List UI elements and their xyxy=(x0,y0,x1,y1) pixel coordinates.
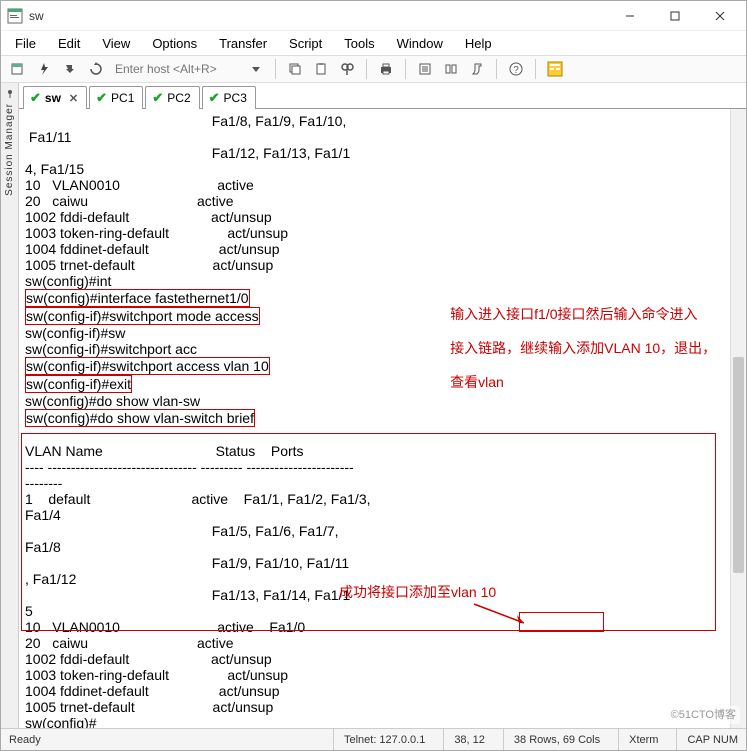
keymap-icon[interactable] xyxy=(466,58,488,80)
terminal-line: 1002 fddi-default act/unsup xyxy=(25,651,740,667)
close-button[interactable] xyxy=(697,1,742,31)
tab-pc2[interactable]: ✔ PC2 xyxy=(145,86,199,109)
find-icon[interactable] xyxy=(336,58,358,80)
tab-pc1[interactable]: ✔ PC1 xyxy=(89,86,143,109)
terminal-line: Fa1/11 xyxy=(25,129,740,145)
annotation-success: 成功将接口添加至vlan 10 xyxy=(339,584,496,601)
annotation-command-explain: 输入进入接口f1/0接口然后输入命令进入 接入链路，继续输入添加VLAN 10，… xyxy=(419,289,746,408)
menu-edit[interactable]: Edit xyxy=(56,34,82,53)
terminal-line: Fa1/12, Fa1/13, Fa1/1 xyxy=(25,145,740,161)
terminal-line: Fa1/8, Fa1/9, Fa1/10, xyxy=(25,113,740,129)
terminal-line: -------- xyxy=(25,475,740,491)
terminal-line: 20 caiwu active xyxy=(25,193,740,209)
svg-text:?: ? xyxy=(513,65,519,76)
check-icon: ✔ xyxy=(152,90,163,106)
window-title: sw xyxy=(29,9,607,23)
status-bar: Ready Telnet: 127.0.0.1 38, 12 38 Rows, … xyxy=(1,728,746,750)
new-session-icon[interactable] xyxy=(7,58,29,80)
terminal-line: Fa1/4 xyxy=(25,507,740,523)
separator xyxy=(275,59,276,79)
terminal-line: 1005 trnet-default act/unsup xyxy=(25,257,740,273)
menubar: File Edit View Options Transfer Script T… xyxy=(1,31,746,55)
terminal-pane[interactable]: Fa1/8, Fa1/9, Fa1/10, Fa1/11 Fa1/12, Fa1… xyxy=(19,109,746,728)
session-tabs: ✔ sw ✕ ✔ PC1 ✔ PC2 ✔ PC3 xyxy=(19,83,746,109)
status-term: Xterm xyxy=(618,729,658,750)
terminal-line: ---- -------------------------------- --… xyxy=(25,459,740,475)
terminal-line: 1002 fddi-default act/unsup xyxy=(25,209,740,225)
properties-icon[interactable] xyxy=(414,58,436,80)
menu-help[interactable]: Help xyxy=(463,34,494,53)
dropdown-icon[interactable] xyxy=(245,58,267,80)
terminal-line: sw(config)#do show vlan-switch brief xyxy=(25,409,740,427)
terminal-line: 1005 trnet-default act/unsup xyxy=(25,699,740,715)
tab-sw[interactable]: ✔ sw ✕ xyxy=(23,86,87,109)
separator xyxy=(405,59,406,79)
connect-in-tab-icon[interactable] xyxy=(59,58,81,80)
check-icon: ✔ xyxy=(30,90,41,106)
reconnect-icon[interactable] xyxy=(85,58,107,80)
check-icon: ✔ xyxy=(209,90,220,106)
close-tab-icon[interactable]: ✕ xyxy=(69,92,78,105)
tab-pc3[interactable]: ✔ PC3 xyxy=(202,86,256,109)
menu-window[interactable]: Window xyxy=(395,34,445,53)
terminal-line: sw(config)# xyxy=(25,715,740,728)
menu-view[interactable]: View xyxy=(100,34,132,53)
terminal-line: VLAN Name Status Ports xyxy=(25,443,740,459)
status-cursor: 38, 12 xyxy=(443,729,485,750)
terminal-line: 10 VLAN0010 active Fa1/0 xyxy=(25,619,740,635)
session-manager-icon[interactable] xyxy=(544,58,566,80)
tab-label: PC1 xyxy=(111,91,134,105)
terminal-line: 4, Fa1/15 xyxy=(25,161,740,177)
help-icon[interactable]: ? xyxy=(505,58,527,80)
terminal-line: Fa1/9, Fa1/10, Fa1/11 xyxy=(25,555,740,571)
status-caps: CAP NUM xyxy=(676,729,738,750)
app-icon xyxy=(7,8,23,24)
tab-label: sw xyxy=(45,91,61,105)
check-icon: ✔ xyxy=(96,90,107,106)
titlebar: sw xyxy=(1,1,746,31)
session-manager-sidebar[interactable]: Session Manager xyxy=(1,83,19,728)
toolbar: ? xyxy=(1,55,746,83)
status-size: 38 Rows, 69 Cols xyxy=(503,729,600,750)
terminal-line: 20 caiwu active xyxy=(25,635,740,651)
status-ready: Ready xyxy=(9,729,41,750)
paste-icon[interactable] xyxy=(310,58,332,80)
terminal-line: Fa1/5, Fa1/6, Fa1/7, xyxy=(25,523,740,539)
terminal-line: 1003 token-ring-default act/unsup xyxy=(25,225,740,241)
separator xyxy=(366,59,367,79)
terminal-line: 1004 fddinet-default act/unsup xyxy=(25,241,740,257)
vertical-scrollbar[interactable] xyxy=(730,109,746,728)
menu-transfer[interactable]: Transfer xyxy=(217,34,269,53)
terminal-line: 1003 token-ring-default act/unsup xyxy=(25,667,740,683)
quick-connect-icon[interactable] xyxy=(33,58,55,80)
status-connection: Telnet: 127.0.0.1 xyxy=(333,729,425,750)
terminal-line: 5 xyxy=(25,603,740,619)
options-icon[interactable] xyxy=(440,58,462,80)
separator xyxy=(496,59,497,79)
terminal-line: 1 default active Fa1/1, Fa1/2, Fa1/3, xyxy=(25,491,740,507)
menu-options[interactable]: Options xyxy=(150,34,199,53)
pin-icon xyxy=(5,89,15,99)
terminal-line: Fa1/8 xyxy=(25,539,740,555)
terminal-line: sw(config)#int xyxy=(25,273,740,289)
separator xyxy=(535,59,536,79)
menu-script[interactable]: Script xyxy=(287,34,324,53)
menu-tools[interactable]: Tools xyxy=(342,34,376,53)
copy-icon[interactable] xyxy=(284,58,306,80)
sidebar-label: Session Manager xyxy=(4,103,15,196)
terminal-line: 1004 fddinet-default act/unsup xyxy=(25,683,740,699)
maximize-button[interactable] xyxy=(652,1,697,31)
print-icon[interactable] xyxy=(375,58,397,80)
watermark: ©51CTO博客 xyxy=(667,706,740,724)
menu-file[interactable]: File xyxy=(13,34,38,53)
tab-label: PC2 xyxy=(167,91,190,105)
minimize-button[interactable] xyxy=(607,1,652,31)
terminal-line: 10 VLAN0010 active xyxy=(25,177,740,193)
terminal-line xyxy=(25,427,740,443)
host-input[interactable] xyxy=(111,59,241,79)
tab-label: PC3 xyxy=(224,91,247,105)
